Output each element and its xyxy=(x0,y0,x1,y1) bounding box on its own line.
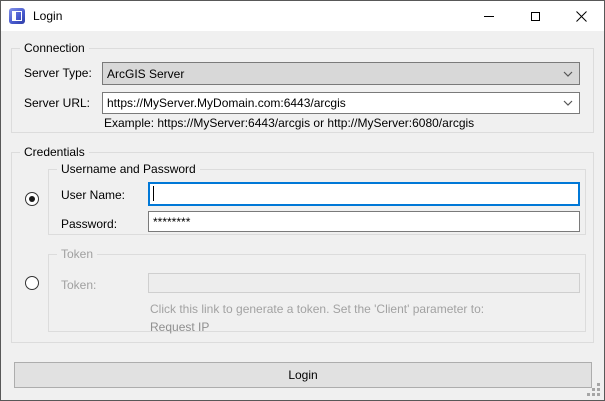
username-password-group: Username and Password User Name: Passwor… xyxy=(48,169,586,235)
close-button[interactable] xyxy=(558,1,604,31)
password-input[interactable] xyxy=(148,211,580,232)
connection-group: Connection Server Type: ArcGIS Server Se… xyxy=(11,48,594,133)
credentials-group: Credentials Username and Password User N… xyxy=(11,152,594,343)
app-icon xyxy=(9,8,25,24)
server-url-example-text: Example: https://MyServer:6443/arcgis or… xyxy=(104,116,474,130)
username-password-radio[interactable] xyxy=(25,192,39,206)
server-type-label: Server Type: xyxy=(24,66,92,80)
token-radio[interactable] xyxy=(25,276,39,290)
minimize-button[interactable] xyxy=(466,1,512,31)
login-button[interactable]: Login xyxy=(14,362,592,388)
titlebar[interactable]: Login xyxy=(1,1,604,31)
login-button-label: Login xyxy=(288,368,317,382)
token-label: Token: xyxy=(61,278,96,292)
server-url-combobox[interactable] xyxy=(102,92,580,114)
text-caret xyxy=(153,186,154,201)
server-url-dropdown-button[interactable] xyxy=(557,93,579,113)
login-window: Login Connection Server Type: ArcGIS Ser… xyxy=(0,0,605,401)
username-password-group-label: Username and Password xyxy=(57,162,200,177)
user-name-input[interactable] xyxy=(148,182,580,206)
user-name-label: User Name: xyxy=(61,188,125,202)
server-type-select[interactable]: ArcGIS Server xyxy=(102,62,580,85)
token-group-label: Token xyxy=(57,247,97,262)
token-help-text: Click this link to generate a token. Set… xyxy=(150,302,484,316)
chevron-down-icon xyxy=(557,63,579,84)
minimize-icon xyxy=(484,16,494,17)
server-url-input[interactable] xyxy=(103,93,557,113)
caption-buttons xyxy=(466,1,604,31)
server-type-value: ArcGIS Server xyxy=(103,63,557,84)
connection-group-label: Connection xyxy=(20,41,89,56)
token-input xyxy=(148,273,580,293)
resize-grip[interactable] xyxy=(587,383,600,396)
chevron-down-icon xyxy=(563,100,573,106)
password-label: Password: xyxy=(61,217,117,231)
maximize-button[interactable] xyxy=(512,1,558,31)
request-ip-link: Request IP xyxy=(150,320,209,334)
server-url-label: Server URL: xyxy=(24,96,90,110)
credentials-group-label: Credentials xyxy=(20,145,89,160)
token-group: Token Token: Click this link to generate… xyxy=(48,254,586,332)
maximize-icon xyxy=(531,12,540,21)
close-icon xyxy=(576,11,587,22)
window-title: Login xyxy=(33,9,62,23)
